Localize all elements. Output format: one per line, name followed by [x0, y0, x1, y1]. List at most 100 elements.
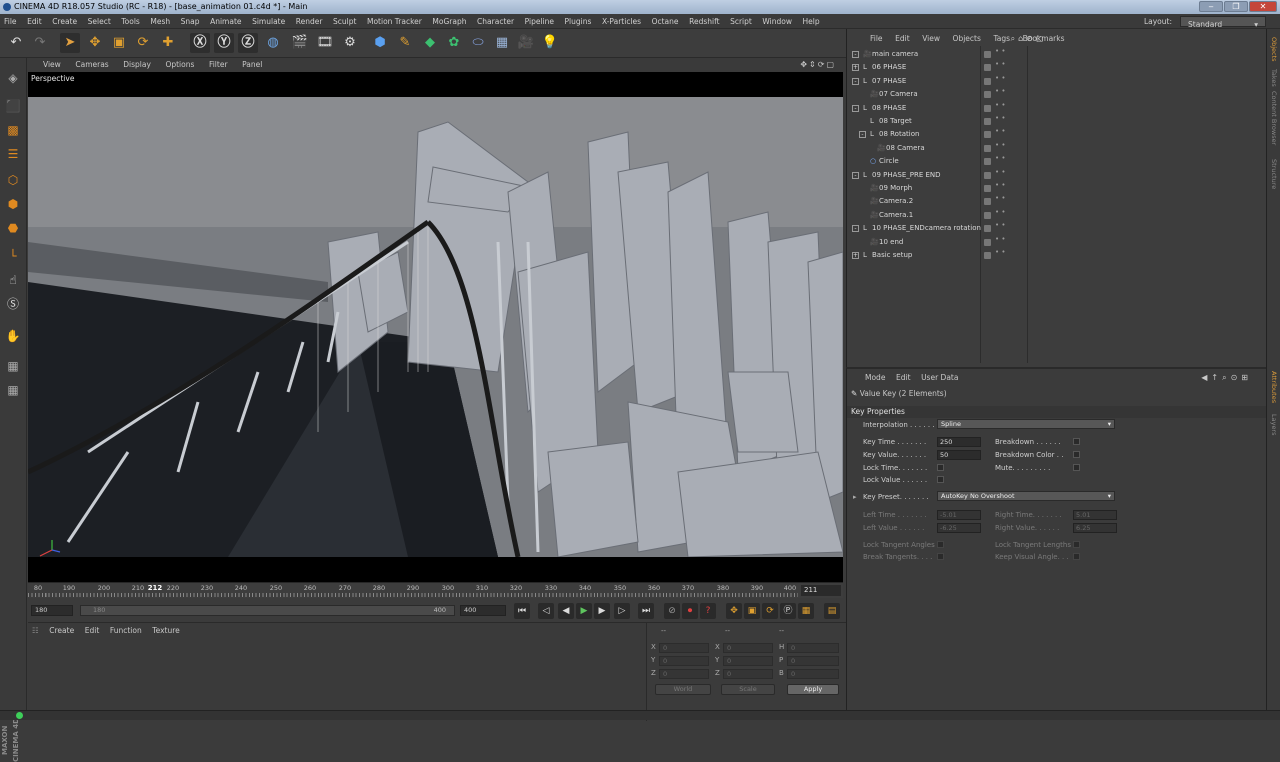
- visibility-dots-icon[interactable]: • •: [995, 195, 1005, 202]
- visibility-dots-icon[interactable]: • •: [995, 168, 1005, 175]
- collapse-icon[interactable]: -: [859, 131, 866, 139]
- cube-icon[interactable]: ⬢: [370, 33, 390, 53]
- apply-button[interactable]: Apply: [787, 684, 839, 695]
- scale-tool-icon[interactable]: ▣: [109, 33, 129, 53]
- object-manager-nav-icons[interactable]: ⌕⌂⊙▢: [1006, 32, 1052, 46]
- tab-layers[interactable]: Layers: [1269, 414, 1279, 436]
- material-menu-create[interactable]: Create: [45, 623, 78, 638]
- array-icon[interactable]: ✿: [444, 33, 464, 53]
- record-position-icon[interactable]: ✥: [726, 603, 742, 619]
- material-menu-edit[interactable]: Edit: [81, 623, 104, 638]
- light-icon[interactable]: 💡: [540, 33, 560, 53]
- object-row[interactable]: - 🎥 main camera • •: [847, 48, 1267, 61]
- visibility-dots-icon[interactable]: • •: [995, 48, 1005, 55]
- previous-frame-icon[interactable]: ◀: [558, 603, 574, 619]
- minimize-button[interactable]: ‒: [1199, 1, 1223, 12]
- material-menu-function[interactable]: Function: [106, 623, 146, 638]
- object-menu-objects[interactable]: Objects: [948, 32, 986, 46]
- model-mode-icon[interactable]: ⬛: [3, 96, 23, 116]
- attribute-menu-user-data[interactable]: User Data: [917, 371, 962, 385]
- object-row[interactable]: 🎥 08 Camera • •: [847, 141, 1267, 155]
- menu-create[interactable]: Create: [48, 14, 81, 29]
- record-key-icon[interactable]: ⏺: [682, 603, 698, 619]
- right-time-field[interactable]: 5.01: [1073, 510, 1117, 520]
- visibility-dots-icon[interactable]: • •: [995, 235, 1005, 242]
- expand-icon[interactable]: +: [852, 252, 859, 259]
- size-x-field[interactable]: 0: [723, 643, 773, 653]
- layer-icon[interactable]: [984, 238, 991, 246]
- lock-time-checkbox[interactable]: [937, 464, 944, 471]
- menu-window[interactable]: Window: [758, 14, 796, 29]
- menu-animate[interactable]: Animate: [206, 14, 245, 29]
- close-button[interactable]: ✕: [1249, 1, 1277, 12]
- rotation-b-field[interactable]: 0: [787, 669, 839, 679]
- perspective-viewport[interactable]: Perspective: [28, 72, 843, 582]
- axis-mode-icon[interactable]: └: [3, 246, 23, 266]
- layer-icon[interactable]: [984, 158, 991, 166]
- tab-takes[interactable]: Takes: [1269, 69, 1279, 87]
- menu-pipeline[interactable]: Pipeline: [521, 14, 558, 29]
- object-row[interactable]: 🎥 07 Camera • •: [847, 88, 1267, 101]
- position-y-field[interactable]: 0: [659, 656, 709, 666]
- tab-objects[interactable]: Objects: [1269, 37, 1279, 62]
- layer-icon[interactable]: [984, 252, 991, 259]
- deformer-icon[interactable]: ⬭: [468, 33, 488, 53]
- object-row[interactable]: 🎥 Camera.1 • •: [847, 208, 1267, 222]
- tab-content-browser[interactable]: Content Browser: [1269, 91, 1279, 145]
- menu-mograph[interactable]: MoGraph: [428, 14, 470, 29]
- visibility-dots-icon[interactable]: • •: [995, 182, 1005, 189]
- next-key-icon[interactable]: ▷: [614, 603, 630, 619]
- autokey-icon[interactable]: ⊘: [664, 603, 680, 619]
- layer-icon[interactable]: [984, 185, 991, 192]
- object-row[interactable]: ○ Circle • •: [847, 155, 1267, 168]
- x-axis-lock-icon[interactable]: Ⓧ: [190, 33, 210, 53]
- collapse-icon[interactable]: -: [852, 104, 859, 112]
- points-mode-icon[interactable]: ⬡: [3, 170, 23, 190]
- spline-pen-icon[interactable]: ✎: [395, 33, 415, 53]
- position-z-field[interactable]: 0: [659, 669, 709, 679]
- menu-select[interactable]: Select: [84, 14, 115, 29]
- menu-simulate[interactable]: Simulate: [248, 14, 289, 29]
- menu-edit[interactable]: Edit: [23, 14, 46, 29]
- visibility-dots-icon[interactable]: • •: [995, 101, 1005, 108]
- visibility-dots-icon[interactable]: • •: [995, 141, 1005, 148]
- current-frame-marker[interactable]: 212: [146, 584, 164, 592]
- material-menu-texture[interactable]: Texture: [148, 623, 183, 638]
- record-scale-icon[interactable]: ▣: [744, 603, 760, 619]
- go-to-start-icon[interactable]: ⏮: [514, 603, 530, 619]
- key-value-field[interactable]: 50: [937, 450, 981, 460]
- left-time-field[interactable]: -5.01: [937, 510, 981, 520]
- menu-octane[interactable]: Octane: [648, 14, 683, 29]
- tab-attributes[interactable]: Attributes: [1269, 371, 1279, 403]
- attribute-menu-edit[interactable]: Edit: [892, 371, 915, 385]
- layer-icon[interactable]: [984, 198, 991, 206]
- size-y-field[interactable]: 0: [723, 656, 773, 666]
- interpolation-dropdown[interactable]: Spline ▾: [937, 419, 1115, 429]
- lock-tangent-angles-checkbox[interactable]: [937, 541, 944, 548]
- tweak-mode-icon[interactable]: ☝: [3, 270, 23, 290]
- tab-structure[interactable]: Structure: [1269, 159, 1279, 189]
- next-frame-icon[interactable]: ▶: [594, 603, 610, 619]
- visibility-dots-icon[interactable]: • •: [995, 74, 1005, 81]
- lock-tangent-lengths-checkbox[interactable]: [1073, 541, 1080, 548]
- world-coordinate-icon[interactable]: ◍: [263, 33, 283, 53]
- timeline-ruler[interactable]: 80 190 200 210 220 230 240 250 260 270 2…: [28, 582, 843, 598]
- current-frame-field[interactable]: 211: [801, 585, 841, 596]
- viewport-menu-view[interactable]: View: [37, 58, 67, 72]
- transform-tool-icon[interactable]: ✚: [158, 33, 178, 53]
- camera-icon[interactable]: 🎥: [516, 33, 536, 53]
- viewport-nav-icons[interactable]: ✥⇕⟳▢: [794, 58, 842, 72]
- right-value-field[interactable]: 6.25: [1073, 523, 1117, 533]
- collapse-icon[interactable]: -: [852, 77, 859, 85]
- render-view-icon[interactable]: 🎬: [290, 33, 310, 53]
- texture-mode-icon[interactable]: ▩: [3, 120, 23, 140]
- attribute-menu-mode[interactable]: Mode: [861, 371, 889, 385]
- object-row[interactable]: - L 08 Rotation • •: [847, 128, 1267, 141]
- viewport-menu-display[interactable]: Display: [117, 58, 157, 72]
- visibility-dots-icon[interactable]: • •: [995, 88, 1005, 95]
- menu-snap[interactable]: Snap: [177, 14, 204, 29]
- key-preset-dropdown[interactable]: AutoKey No Overshoot ▾: [937, 491, 1115, 501]
- breakdown-checkbox[interactable]: [1073, 438, 1080, 445]
- layer-icon[interactable]: [984, 131, 991, 139]
- layer-icon[interactable]: [984, 64, 991, 72]
